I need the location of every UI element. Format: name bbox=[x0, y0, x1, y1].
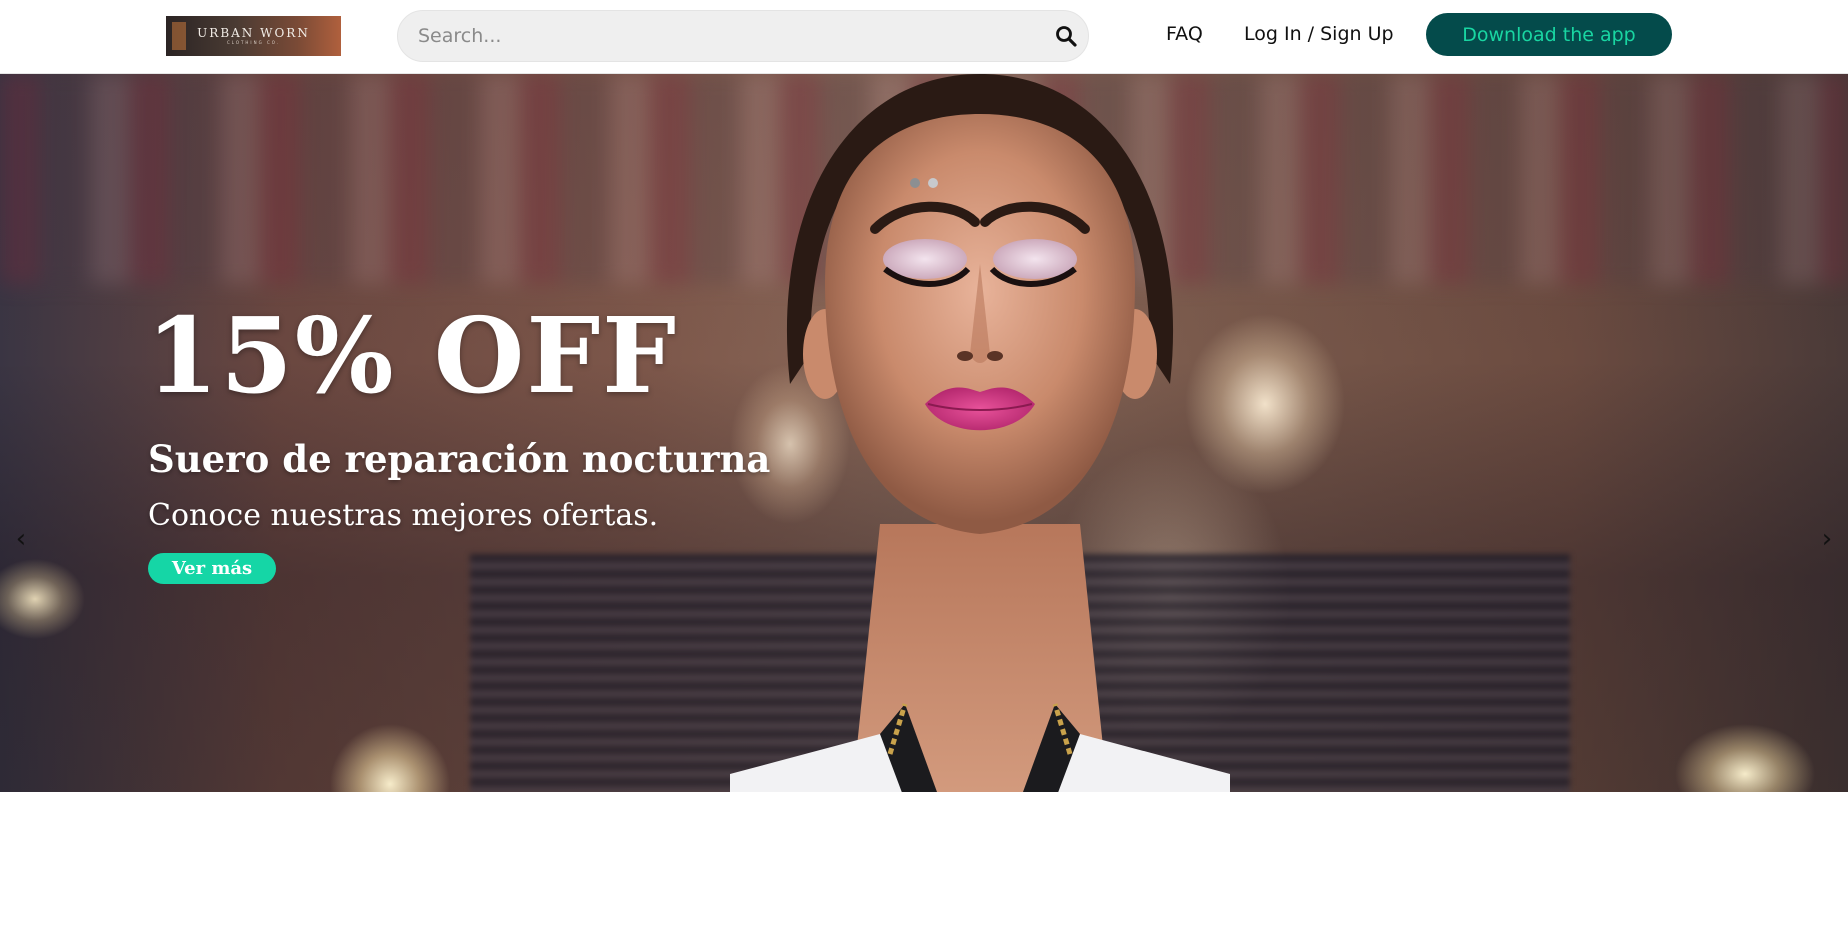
carousel-indicators bbox=[910, 178, 938, 188]
carousel-prev-arrow-icon[interactable]: ‹ bbox=[6, 521, 36, 557]
see-more-button[interactable]: Ver más bbox=[148, 553, 276, 584]
hero-tagline: Conoce nuestras mejores ofertas. bbox=[148, 498, 659, 533]
logo-text: URBAN WORN bbox=[197, 26, 310, 40]
hero-title: 15% OFF bbox=[146, 294, 679, 417]
nav-login-signup-link[interactable]: Log In / Sign Up bbox=[1244, 22, 1394, 46]
carousel-dot-1[interactable] bbox=[910, 178, 920, 188]
hero-subtitle: Suero de reparación nocturna bbox=[148, 437, 771, 481]
logo-subtext: CLOTHING CO. bbox=[226, 40, 281, 45]
search-icon[interactable] bbox=[1054, 24, 1078, 48]
brand-logo[interactable]: URBAN WORN CLOTHING CO. bbox=[166, 16, 341, 56]
hero-model-image bbox=[730, 74, 1230, 792]
carousel-dot-2[interactable] bbox=[928, 178, 938, 188]
nav-faq-link[interactable]: FAQ bbox=[1166, 22, 1203, 46]
download-app-button[interactable]: Download the app bbox=[1426, 13, 1672, 56]
search-input[interactable] bbox=[418, 11, 1038, 61]
search-bar bbox=[397, 10, 1089, 62]
carousel-next-arrow-icon[interactable]: › bbox=[1812, 521, 1842, 557]
site-header: URBAN WORN CLOTHING CO. FAQ Log In / Sig… bbox=[0, 0, 1848, 74]
hero-carousel: 15% OFF Suero de reparación nocturna Con… bbox=[0, 74, 1848, 792]
